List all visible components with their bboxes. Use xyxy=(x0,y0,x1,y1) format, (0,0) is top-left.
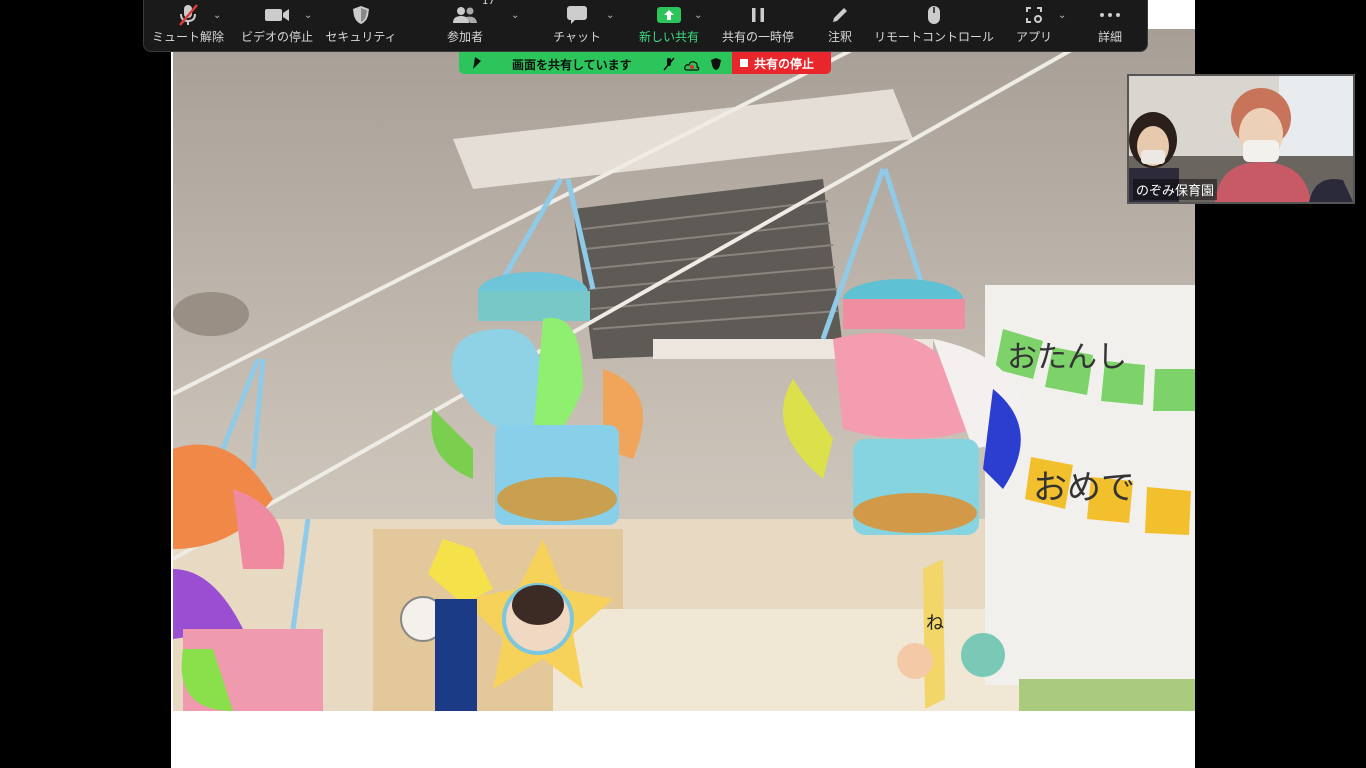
pause-share-label: 共有の一時停 xyxy=(721,30,794,44)
mute-label: ミュート解除 xyxy=(152,30,225,44)
apps-options-caret-icon[interactable]: ⌄ xyxy=(1058,10,1068,21)
mute-options-caret-icon[interactable]: ⌄ xyxy=(213,10,223,21)
participants-button[interactable]: 17 参加者 xyxy=(442,0,495,52)
security-label: セキュリティ xyxy=(325,30,397,44)
share-options-caret-icon[interactable]: ⌄ xyxy=(694,10,704,21)
more-button[interactable]: 詳細 xyxy=(1090,0,1130,52)
shared-photo: おたんし おめで ね xyxy=(173,29,1195,711)
remote-control-button[interactable]: リモートコントロール xyxy=(874,0,994,52)
muted-mic-icon xyxy=(177,0,199,30)
share-screen-icon xyxy=(656,0,682,30)
apps-icon xyxy=(1024,0,1044,30)
participant-video-tile[interactable]: のぞみ保育園 xyxy=(1127,74,1355,204)
sharing-status-bar: 画面を共有しています xyxy=(459,52,732,74)
apps-button[interactable]: アプリ xyxy=(1014,0,1054,52)
more-label: 詳細 xyxy=(1097,30,1122,44)
participant-name: のぞみ保育園 xyxy=(1133,179,1218,200)
sharing-status-banner: 画面を共有しています 共有の停止 xyxy=(459,52,831,74)
stop-share-label: 共有の停止 xyxy=(754,56,815,71)
participants-label: 参加者 xyxy=(446,30,483,44)
pause-share-button[interactable]: 共有の一時停 xyxy=(718,0,798,52)
new-share-label: 新しい共有 xyxy=(638,30,699,44)
chat-options-caret-icon[interactable]: ⌄ xyxy=(606,10,616,21)
more-dots-icon xyxy=(1098,0,1122,30)
stop-video-button[interactable]: ビデオの停止 xyxy=(238,0,316,52)
mouse-icon xyxy=(926,0,942,30)
new-share-button[interactable]: 新しい共有 xyxy=(638,0,700,52)
pin-icon[interactable] xyxy=(471,55,483,74)
video-camera-icon xyxy=(264,0,290,30)
chat-button[interactable]: チャット xyxy=(553,0,601,52)
annotate-label: 注釈 xyxy=(827,30,852,44)
chat-label: チャット xyxy=(553,30,601,44)
shield-icon xyxy=(352,0,370,30)
chat-bubble-icon xyxy=(566,0,588,30)
pencil-icon xyxy=(830,0,850,30)
participants-icon: 17 xyxy=(452,0,495,30)
stop-share-button[interactable]: 共有の停止 xyxy=(732,52,831,74)
muted-mic-small-icon xyxy=(663,56,675,74)
shared-screen: おたんし おめで ね xyxy=(171,0,1195,768)
video-options-caret-icon[interactable]: ⌄ xyxy=(304,10,314,21)
sign-text-line1: おたんし xyxy=(1007,340,1127,375)
sharing-status-text: 画面を共有しています xyxy=(512,58,632,72)
security-button[interactable]: セキュリティ xyxy=(325,0,397,52)
cloud-record-icon xyxy=(684,57,700,74)
sign-text-line2: おめで xyxy=(1033,468,1135,508)
meeting-toolbar: ミュート解除 ⌄ ビデオの停止 ⌄ セキュリティ 17 参加者 ⌄ チャット ⌄… xyxy=(143,0,1148,52)
pause-icon xyxy=(750,0,766,30)
mute-button[interactable]: ミュート解除 xyxy=(152,0,224,52)
participants-options-caret-icon[interactable]: ⌄ xyxy=(511,10,521,21)
stop-square-icon xyxy=(740,59,748,67)
annotate-button[interactable]: 注釈 xyxy=(822,0,858,52)
stop-video-label: ビデオの停止 xyxy=(240,30,313,44)
apps-label: アプリ xyxy=(1015,30,1052,44)
participants-count: 17 xyxy=(482,0,495,7)
tag-text: ね xyxy=(926,613,944,634)
remote-control-label: リモートコントロール xyxy=(874,30,995,44)
security-shield-small-icon xyxy=(710,56,722,74)
